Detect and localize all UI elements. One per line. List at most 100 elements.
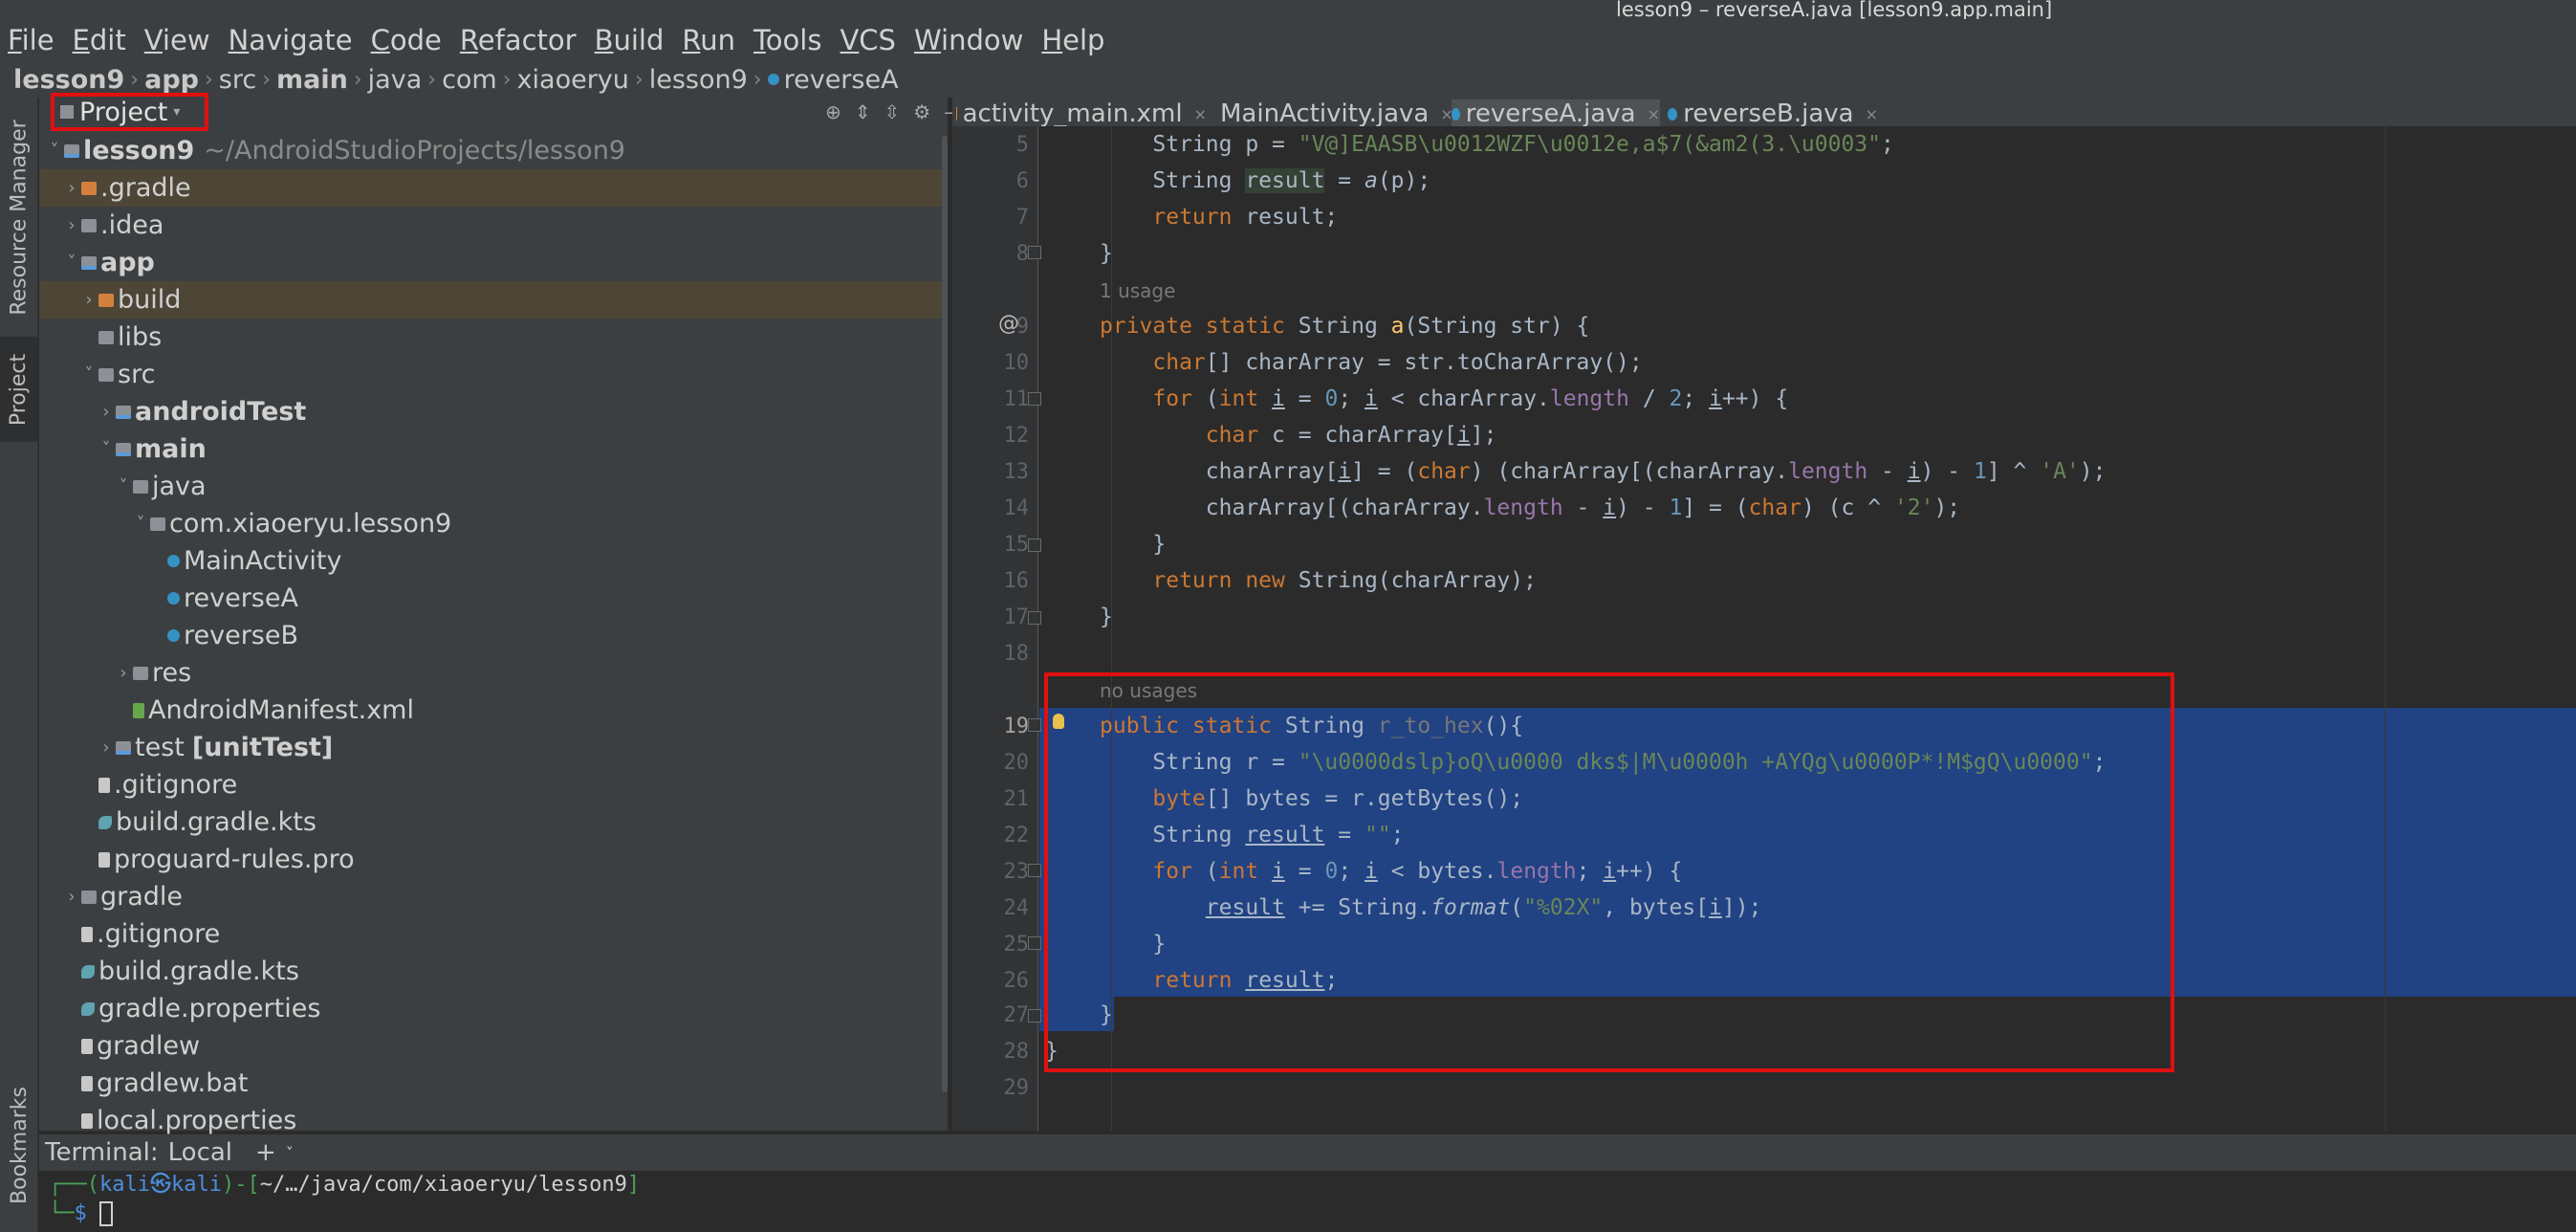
code-line-7[interactable]: return result; xyxy=(1100,199,1338,235)
close-icon[interactable]: × xyxy=(1866,105,1878,123)
chevron-down-icon[interactable]: ˅ xyxy=(116,476,131,496)
tree-item[interactable]: › build xyxy=(39,281,948,319)
fold-marker[interactable] xyxy=(1028,936,1041,950)
code-line-17[interactable]: } xyxy=(1100,599,1113,635)
override-at-icon[interactable]: @ xyxy=(998,312,1019,336)
code-line-11[interactable]: for (int i = 0; i < charArray.length / 2… xyxy=(1100,381,1788,417)
chevron-right-icon[interactable]: › xyxy=(64,887,79,907)
chevron-right-icon[interactable]: › xyxy=(116,663,131,683)
breadcrumb-item[interactable]: app xyxy=(144,65,199,95)
line-number[interactable]: 6 xyxy=(952,169,1029,193)
code-line-5[interactable]: String p = "V@]EAASB\u0012WZF\u0012e,a$7… xyxy=(1100,126,1893,163)
close-icon[interactable]: × xyxy=(1194,105,1207,123)
tree-item[interactable]: build.gradle.kts xyxy=(39,953,948,990)
tree-item[interactable]: › res xyxy=(39,654,948,692)
resource-manager-tab[interactable]: Resource Manager xyxy=(0,107,38,327)
menu-item-window[interactable]: Window xyxy=(914,24,1023,56)
chevron-right-icon[interactable]: › xyxy=(64,215,79,235)
menu-item-code[interactable]: Code xyxy=(371,24,442,56)
fold-marker[interactable] xyxy=(1028,1009,1041,1023)
project-tool-tab[interactable]: Project xyxy=(0,337,38,442)
chevron-right-icon[interactable]: › xyxy=(64,178,79,198)
breadcrumb-item[interactable]: reverseA xyxy=(784,65,899,95)
fold-marker[interactable] xyxy=(1028,392,1041,406)
tree-item[interactable]: reverseA xyxy=(39,580,948,617)
line-number[interactable]: 20 xyxy=(952,751,1030,775)
line-number[interactable]: 11 xyxy=(952,387,1030,411)
code-line-6[interactable]: String result = a(p); xyxy=(1100,163,1430,199)
usage-hint[interactable]: 1 usage xyxy=(1100,279,1175,302)
chevron-right-icon[interactable]: › xyxy=(98,737,114,758)
line-number[interactable]: 12 xyxy=(952,424,1030,448)
editor-tab[interactable]: reverseB.java × xyxy=(1668,99,1878,126)
chevron-down-icon[interactable]: ˅ xyxy=(133,514,148,534)
terminal-output[interactable]: ┌──(kali㉿kali)-[~/…/java/com/xiaoeryu/le… xyxy=(39,1171,2576,1232)
breadcrumb-item[interactable]: src xyxy=(219,65,256,95)
close-icon[interactable]: × xyxy=(1648,105,1660,123)
code-line-10[interactable]: char[] charArray = str.toCharArray(); xyxy=(1100,344,1642,381)
line-number[interactable]: 13 xyxy=(952,460,1030,484)
tree-item[interactable]: › androidTest xyxy=(39,393,948,430)
menu-item-tools[interactable]: Tools xyxy=(753,24,821,56)
tree-item[interactable]: › .gradle xyxy=(39,169,948,207)
code-line-8[interactable]: } xyxy=(1100,235,1113,272)
tree-item[interactable]: ˅ com.xiaoeryu.lesson9 xyxy=(39,505,948,542)
code-line-16[interactable]: return new String(charArray); xyxy=(1100,562,1537,599)
tree-item[interactable]: ˅ main xyxy=(39,430,948,468)
collapse-all-icon[interactable]: ⇳ xyxy=(884,100,901,123)
menu-item-refactor[interactable]: Refactor xyxy=(460,24,577,56)
code-line-14[interactable]: charArray[(charArray.length - i) - 1] = … xyxy=(1100,490,1960,526)
editor-tab[interactable]: MainActivity.java × xyxy=(1214,99,1453,126)
tree-item[interactable]: gradlew xyxy=(39,1027,948,1065)
line-number[interactable]: 21 xyxy=(952,787,1030,811)
menu-item-file[interactable]: File xyxy=(8,24,55,56)
tree-item[interactable]: reverseB xyxy=(39,617,948,654)
line-number[interactable]: 5 xyxy=(952,133,1029,157)
menu-item-help[interactable]: Help xyxy=(1041,24,1104,56)
fold-marker[interactable] xyxy=(1028,718,1041,732)
line-number[interactable]: 23 xyxy=(952,860,1030,884)
code-line-15[interactable]: } xyxy=(1100,526,1166,562)
breadcrumb-item[interactable]: xiaoeryu xyxy=(517,65,629,95)
line-number[interactable]: 28 xyxy=(952,1040,1030,1064)
breadcrumb-item[interactable]: lesson9 xyxy=(649,65,748,95)
line-number[interactable]: 26 xyxy=(952,969,1030,993)
tree-item[interactable]: gradlew.bat xyxy=(39,1065,948,1102)
menu-item-run[interactable]: Run xyxy=(682,24,735,56)
chevron-down-icon[interactable]: ˅ xyxy=(81,364,97,385)
breadcrumb-item[interactable]: main xyxy=(276,65,348,95)
code-line-9[interactable]: private static String a(String str) { xyxy=(1100,308,1589,344)
tree-item[interactable]: ˅ src xyxy=(39,356,948,393)
locate-icon[interactable]: ⊕ xyxy=(825,100,841,123)
code-line-12[interactable]: char c = charArray[i]; xyxy=(1100,417,1497,453)
line-number[interactable]: 29 xyxy=(952,1076,1030,1100)
editor-tab[interactable]: reverseA.java × xyxy=(1452,99,1660,126)
tree-item[interactable]: › test [unitTest] xyxy=(39,729,948,766)
breadcrumb-item[interactable]: java xyxy=(368,65,423,95)
line-number[interactable]: 10 xyxy=(952,351,1030,375)
chevron-down-icon[interactable]: ˅ xyxy=(64,253,79,273)
breadcrumb-item[interactable]: lesson9 xyxy=(13,65,124,95)
tree-item[interactable]: ˅ app xyxy=(39,244,948,281)
line-number[interactable]: 16 xyxy=(952,569,1030,593)
tree-item[interactable]: .gitignore xyxy=(39,915,948,953)
tree-item[interactable]: MainActivity xyxy=(39,542,948,580)
chevron-right-icon[interactable]: › xyxy=(98,402,114,422)
terminal-session-tab[interactable]: Local xyxy=(168,1138,232,1167)
terminal-input-line[interactable]: └─$ xyxy=(49,1199,2576,1228)
fold-marker[interactable] xyxy=(1028,539,1041,552)
tree-item[interactable]: ˅ lesson9 ~/AndroidStudioProjects/lesson9 xyxy=(39,132,948,169)
menu-item-navigate[interactable]: Navigate xyxy=(229,24,353,56)
line-number[interactable]: 15 xyxy=(952,533,1030,557)
line-number[interactable]: 19 xyxy=(952,715,1030,738)
tree-item[interactable]: › gradle xyxy=(39,878,948,915)
code-line-13[interactable]: charArray[i] = (char) (charArray[(charAr… xyxy=(1100,453,2107,490)
tree-item[interactable]: › .idea xyxy=(39,207,948,244)
chevron-right-icon[interactable]: › xyxy=(81,290,97,310)
chevron-down-icon[interactable]: ˅ xyxy=(47,141,62,161)
menu-item-edit[interactable]: Edit xyxy=(73,24,126,56)
line-number[interactable]: 8 xyxy=(952,242,1029,266)
chevron-down-icon[interactable]: ˅ xyxy=(98,439,114,459)
bookmarks-tab[interactable]: Bookmarks xyxy=(0,1073,38,1217)
line-number[interactable]: 24 xyxy=(952,896,1030,920)
